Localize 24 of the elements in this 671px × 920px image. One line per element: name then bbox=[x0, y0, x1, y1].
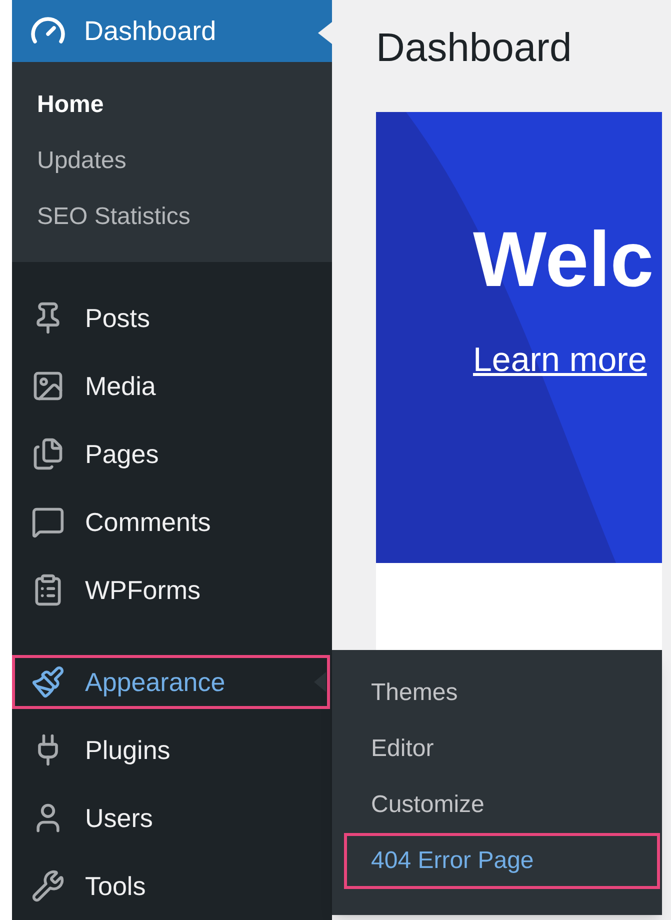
welcome-heading: Welc bbox=[473, 220, 655, 298]
learn-more-link[interactable]: Learn more bbox=[473, 343, 662, 377]
menu-item[interactable]: Users bbox=[12, 791, 330, 845]
wrench-icon bbox=[31, 869, 65, 903]
flyout-link[interactable]: Customize bbox=[344, 777, 660, 833]
comment-icon bbox=[31, 505, 65, 539]
flyout-link[interactable]: Themes bbox=[344, 665, 660, 721]
brush-icon bbox=[31, 665, 65, 699]
menu-item[interactable]: Pages bbox=[12, 427, 330, 481]
menu-item[interactable]: Comments bbox=[12, 495, 330, 549]
flyout-link[interactable]: 404 Error Page bbox=[344, 833, 660, 889]
submenu-link[interactable]: Updates bbox=[12, 133, 332, 189]
flyout-link[interactable]: Editor bbox=[344, 721, 660, 777]
menu-item[interactable]: Media bbox=[12, 359, 330, 413]
media-icon bbox=[31, 369, 65, 403]
menu-item[interactable]: Posts bbox=[12, 291, 330, 345]
menu-item[interactable]: Plugins bbox=[12, 723, 330, 777]
menu-item[interactable]: WPForms bbox=[12, 563, 330, 617]
submenu-link[interactable]: SEO Statistics bbox=[12, 189, 332, 245]
pages-icon bbox=[31, 437, 65, 471]
page-title: Dashboard bbox=[376, 25, 573, 72]
dashboard-menu-item[interactable]: Dashboard bbox=[12, 0, 332, 62]
submenu-link[interactable]: Home bbox=[12, 77, 332, 133]
menu-item[interactable]: Tools bbox=[12, 859, 330, 913]
